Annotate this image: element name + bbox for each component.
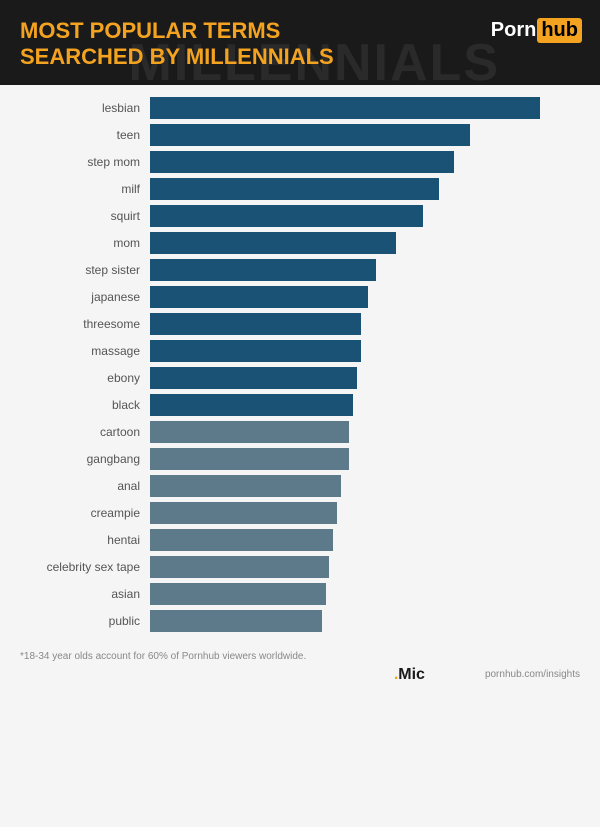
bar-container <box>150 367 580 389</box>
bar-row: massage <box>20 340 580 362</box>
bar-container <box>150 151 580 173</box>
bar-row: milf <box>20 178 580 200</box>
bar-container <box>150 421 580 443</box>
bar-label: threesome <box>20 317 150 331</box>
bar-row: black <box>20 394 580 416</box>
bar-row: creampie <box>20 502 580 524</box>
mic-logo: .Mic <box>394 666 425 684</box>
mic-text: Mic <box>398 666 425 683</box>
bar <box>150 610 322 632</box>
bar <box>150 583 326 605</box>
bar <box>150 502 337 524</box>
logo-porn: Porn <box>491 19 537 42</box>
bar-container <box>150 259 580 281</box>
bar <box>150 124 470 146</box>
footer-url: pornhub.com/insights <box>485 669 580 680</box>
bar-container <box>150 97 580 119</box>
bar <box>150 178 439 200</box>
bar <box>150 367 357 389</box>
bar-label: gangbang <box>20 452 150 466</box>
bar <box>150 556 329 578</box>
bar-row: celebrity sex tape <box>20 556 580 578</box>
bar-label: lesbian <box>20 101 150 115</box>
bar-label: ebony <box>20 371 150 385</box>
bar-label: japanese <box>20 290 150 304</box>
bar-label: black <box>20 398 150 412</box>
bar-row: teen <box>20 124 580 146</box>
header: MOST POPULAR TERMS SEARCHED BY MILLENNIA… <box>0 0 600 85</box>
bar-row: step sister <box>20 259 580 281</box>
bar <box>150 97 540 119</box>
bar-container <box>150 124 580 146</box>
bar-label: squirt <box>20 209 150 223</box>
bar-container <box>150 286 580 308</box>
footer: *18-34 year olds account for 60% of Porn… <box>0 645 600 666</box>
bar-container <box>150 502 580 524</box>
bar-row: ebony <box>20 367 580 389</box>
bar-row: hentai <box>20 529 580 551</box>
bar-row: cartoon <box>20 421 580 443</box>
bar-row: squirt <box>20 205 580 227</box>
bar <box>150 448 349 470</box>
bar-row: gangbang <box>20 448 580 470</box>
bar <box>150 340 361 362</box>
bar-label: asian <box>20 587 150 601</box>
bar <box>150 286 368 308</box>
bar <box>150 529 333 551</box>
bar <box>150 421 349 443</box>
bar-label: celebrity sex tape <box>20 560 150 574</box>
bar-row: step mom <box>20 151 580 173</box>
bar-row: threesome <box>20 313 580 335</box>
bar-container <box>150 178 580 200</box>
bar-label: milf <box>20 182 150 196</box>
bar-container <box>150 610 580 632</box>
footer-note: *18-34 year olds account for 60% of Porn… <box>20 651 306 662</box>
bar-container <box>150 340 580 362</box>
bar-row: asian <box>20 583 580 605</box>
logo-hub: hub <box>537 18 582 43</box>
bar <box>150 232 396 254</box>
bar-label: cartoon <box>20 425 150 439</box>
bar-container <box>150 529 580 551</box>
bar-row: public <box>20 610 580 632</box>
bar-row: mom <box>20 232 580 254</box>
bar-row: japanese <box>20 286 580 308</box>
bar-label: step sister <box>20 263 150 277</box>
bar-container <box>150 583 580 605</box>
bar-container <box>150 205 580 227</box>
footer-bottom: .Mic pornhub.com/insights <box>0 666 600 692</box>
title-line2: SEARCHED BY MILLENNIALS <box>20 44 334 69</box>
bar-label: hentai <box>20 533 150 547</box>
title-line1: MOST POPULAR TERMS <box>20 18 280 43</box>
bar-label: anal <box>20 479 150 493</box>
bar <box>150 394 353 416</box>
bar-row: anal <box>20 475 580 497</box>
bar-label: teen <box>20 128 150 142</box>
bar-label: public <box>20 614 150 628</box>
bar-container <box>150 232 580 254</box>
bar-label: step mom <box>20 155 150 169</box>
bar <box>150 475 341 497</box>
bar-label: creampie <box>20 506 150 520</box>
pornhub-logo: Pornhub <box>491 18 582 43</box>
bar <box>150 205 423 227</box>
chart-area: lesbian teen step mom milf squirt mom step sis… <box>0 85 600 645</box>
bar <box>150 313 361 335</box>
bar-row: lesbian <box>20 97 580 119</box>
bar-container <box>150 313 580 335</box>
bar-container <box>150 475 580 497</box>
bar <box>150 259 376 281</box>
bar-container <box>150 556 580 578</box>
bar-container <box>150 448 580 470</box>
bar <box>150 151 454 173</box>
bar-label: mom <box>20 236 150 250</box>
bar-label: massage <box>20 344 150 358</box>
bar-container <box>150 394 580 416</box>
